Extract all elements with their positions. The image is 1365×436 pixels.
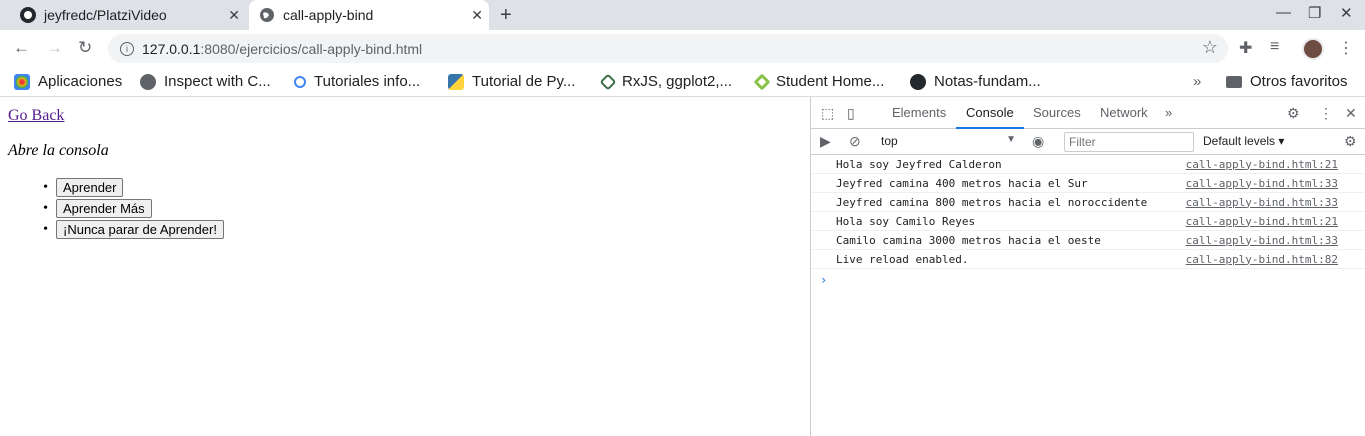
new-tab-icon[interactable]: +: [500, 4, 512, 27]
github-icon: [20, 7, 36, 23]
console-message: Live reload enabled. call-apply-bind.html…: [811, 250, 1365, 269]
console-hint: Abre la consola: [8, 142, 109, 159]
tab-platzivideo[interactable]: jeyfredc/PlatziVideo ✕: [10, 0, 246, 30]
nunca-parar-button[interactable]: ¡Nunca parar de Aprender!: [56, 220, 224, 239]
source-link[interactable]: call-apply-bind.html:33: [1186, 196, 1338, 209]
diamond-icon: [599, 73, 617, 90]
python-icon: [448, 73, 464, 90]
bookmark-student[interactable]: Student Home...: [753, 73, 884, 90]
window-close-icon[interactable]: ✕: [1340, 4, 1353, 22]
tab-call-apply-bind[interactable]: call-apply-bind ✕: [249, 0, 489, 30]
avatar[interactable]: [1302, 38, 1324, 60]
go-back-link[interactable]: Go Back: [8, 107, 64, 125]
kebab-menu-icon[interactable]: ⋮: [1338, 38, 1354, 58]
url-path: :8080/ejercicios/call-apply-bind.html: [200, 40, 423, 57]
source-link[interactable]: call-apply-bind.html:33: [1186, 177, 1338, 190]
list-item: Aprender: [8, 177, 224, 198]
aprender-mas-button[interactable]: Aprender Más: [56, 199, 152, 218]
apps-grid-icon: [14, 73, 30, 90]
button-list: Aprender Aprender Más ¡Nunca parar de Ap…: [8, 177, 224, 240]
chevron-down-icon: ▼: [1006, 134, 1016, 145]
bookmarks-bar: Aplicaciones Inspect with C... Tutoriale…: [0, 67, 1365, 97]
gear-icon[interactable]: ⚙: [1287, 105, 1300, 122]
console-message: Hola soy Jeyfred Calderon call-apply-bind…: [811, 155, 1365, 174]
close-icon[interactable]: ✕: [471, 7, 483, 24]
browser-toolbar: ← → ↻ i 127.0.0.1:8080/ejercicios/call-a…: [0, 30, 1365, 67]
inspect-element-icon[interactable]: ⬚: [821, 105, 834, 122]
console-message: Camilo camina 3000 metros hacia el oeste…: [811, 231, 1365, 250]
kebab-menu-icon[interactable]: ⋮: [1319, 105, 1333, 122]
bookmark-star-icon[interactable]: ☆: [1202, 37, 1218, 58]
devtools-tabbar: ⬚ ▯ Elements Console Sources Network » ⚙…: [811, 97, 1365, 129]
console-message: Jeyfred camina 400 metros hacia el Sur ca…: [811, 174, 1365, 193]
source-link[interactable]: call-apply-bind.html:82: [1186, 253, 1338, 266]
context-selector[interactable]: top ▼: [881, 134, 1016, 148]
bookmark-python[interactable]: Tutorial de Py...: [448, 73, 575, 90]
bookmark-rxjs[interactable]: RxJS, ggplot2,...: [599, 73, 732, 90]
info-icon[interactable]: i: [120, 41, 134, 56]
bookmarks-overflow[interactable]: »: [1193, 73, 1201, 90]
sidebar-toggle-icon[interactable]: ▶: [820, 133, 831, 150]
eye-icon[interactable]: ◉: [1032, 133, 1044, 150]
leaf-icon: [753, 73, 771, 90]
log-levels-dropdown[interactable]: Default levels ▾: [1203, 134, 1284, 148]
close-icon[interactable]: ✕: [228, 7, 240, 24]
restore-icon[interactable]: ❐: [1308, 4, 1321, 22]
tab-console[interactable]: Console: [956, 97, 1024, 129]
url-host: 127.0.0.1: [142, 40, 201, 57]
page-content: Go Back Abre la consola Aprender Aprende…: [0, 97, 810, 436]
bookmark-notas[interactable]: Notas-fundam...: [910, 73, 1041, 90]
clear-console-icon[interactable]: ⊘: [849, 133, 861, 150]
globe-icon: [140, 73, 156, 90]
media-control-icon[interactable]: ≡: [1270, 38, 1279, 56]
source-link[interactable]: call-apply-bind.html:21: [1186, 158, 1338, 171]
console-message: Jeyfred camina 800 metros hacia el noroc…: [811, 193, 1365, 212]
bookmark-other-folder[interactable]: Otros favoritos: [1226, 73, 1348, 90]
extensions-puzzle-icon[interactable]: ✚: [1239, 38, 1252, 58]
globe-icon: [259, 7, 275, 23]
tab-title: call-apply-bind: [283, 7, 374, 23]
forward-arrow-icon[interactable]: →: [46, 38, 63, 58]
search-icon: [294, 75, 306, 88]
console-settings-gear-icon[interactable]: ⚙: [1344, 133, 1357, 150]
console-prompt[interactable]: ›: [811, 269, 1365, 287]
close-icon[interactable]: ✕: [1345, 105, 1357, 122]
back-arrow-icon[interactable]: ←: [13, 38, 30, 58]
devtools-panel: ⬚ ▯ Elements Console Sources Network » ⚙…: [810, 97, 1365, 436]
github-icon: [910, 73, 926, 90]
bookmark-inspect[interactable]: Inspect with C...: [140, 73, 271, 90]
source-link[interactable]: call-apply-bind.html:21: [1186, 215, 1338, 228]
tab-sources[interactable]: Sources: [1033, 97, 1081, 129]
console-filter-bar: ▶ ⊘ top ▼ ◉ Default levels ▾ ⚙: [811, 129, 1365, 155]
tab-network[interactable]: Network: [1100, 97, 1148, 129]
filter-input[interactable]: [1064, 132, 1194, 152]
list-item: Aprender Más: [8, 198, 224, 219]
list-item: ¡Nunca parar de Aprender!: [8, 219, 224, 240]
more-tabs-icon[interactable]: »: [1165, 97, 1172, 129]
bookmark-tutoriales[interactable]: Tutoriales info...: [294, 73, 420, 90]
minimize-icon[interactable]: —: [1276, 4, 1291, 21]
tab-elements[interactable]: Elements: [892, 97, 946, 129]
device-toolbar-icon[interactable]: ▯: [847, 105, 855, 122]
source-link[interactable]: call-apply-bind.html:33: [1186, 234, 1338, 247]
reload-icon[interactable]: ↻: [78, 38, 92, 58]
console-message: Hola soy Camilo Reyes call-apply-bind.htm…: [811, 212, 1365, 231]
folder-icon: [1226, 75, 1242, 88]
address-bar[interactable]: i 127.0.0.1:8080/ejercicios/call-apply-b…: [108, 34, 1228, 63]
tab-strip: jeyfredc/PlatziVideo ✕ call-apply-bind ✕…: [0, 0, 1365, 30]
tab-title: jeyfredc/PlatziVideo: [44, 7, 167, 23]
console-output: Hola soy Jeyfred Calderon call-apply-bind…: [811, 155, 1365, 287]
aprender-button[interactable]: Aprender: [56, 178, 124, 197]
bookmark-apps[interactable]: Aplicaciones: [14, 73, 122, 90]
